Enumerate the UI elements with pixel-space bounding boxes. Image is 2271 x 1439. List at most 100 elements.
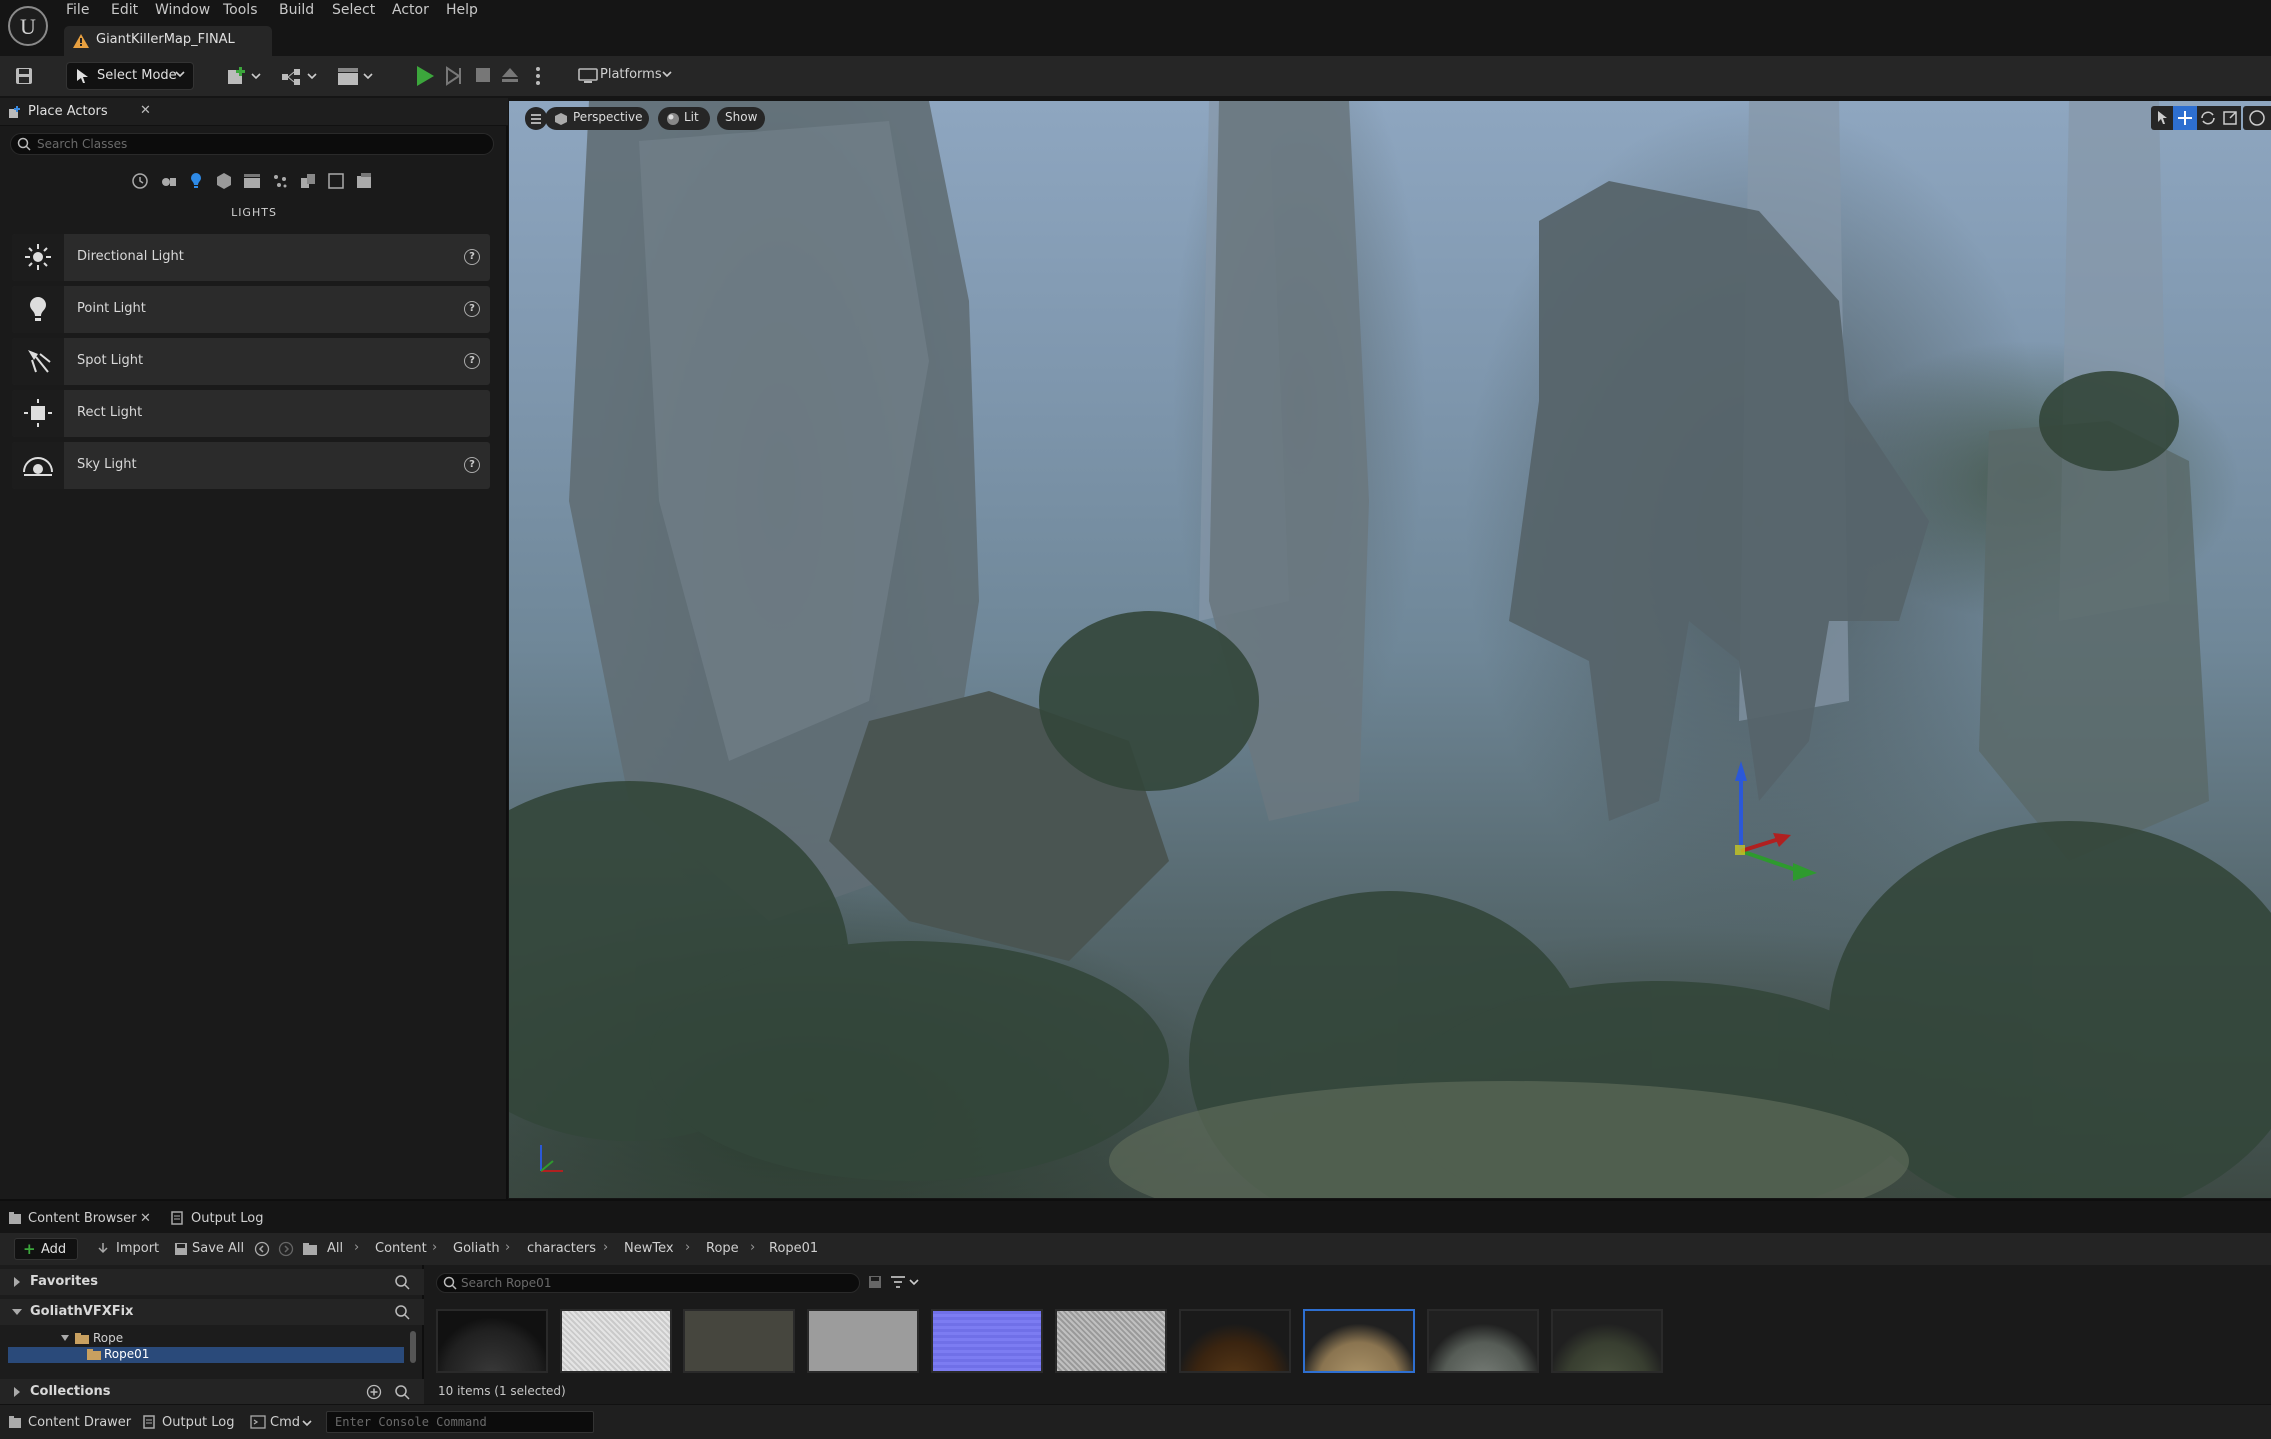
play-icon[interactable] <box>414 64 436 88</box>
add-button[interactable]: + Add <box>14 1238 78 1260</box>
volumes-category-icon[interactable] <box>325 170 347 192</box>
output-log-button[interactable]: Output Log <box>162 1415 235 1430</box>
all-classes-category-icon[interactable] <box>353 170 375 192</box>
cinematics-icon[interactable] <box>336 65 376 87</box>
platforms-dropdown[interactable]: Platforms <box>576 62 680 90</box>
recent-category-icon[interactable] <box>129 170 151 192</box>
search-icon[interactable] <box>394 1384 410 1400</box>
actor-item-point-light[interactable]: Point Light ? <box>12 286 490 333</box>
asset-thumbnail[interactable] <box>560 1309 672 1373</box>
console-command-input[interactable] <box>335 1412 585 1432</box>
step-forward-icon[interactable] <box>444 64 464 88</box>
perspective-button[interactable]: Perspective <box>545 107 649 130</box>
actor-item-sky-light[interactable]: Sky Light ? <box>12 442 490 489</box>
breadcrumb-goliath[interactable]: Goliath <box>453 1241 500 1256</box>
shapes-category-icon[interactable] <box>213 170 235 192</box>
search-classes-field[interactable] <box>10 133 494 155</box>
actor-item-rect-light[interactable]: Rect Light <box>12 390 490 437</box>
back-icon[interactable] <box>254 1241 270 1257</box>
folder-icon[interactable] <box>302 1242 318 1256</box>
cmd-dropdown[interactable]: Cmd <box>270 1415 300 1430</box>
search-classes-input[interactable] <box>37 134 477 154</box>
place-actors-tab[interactable]: Place Actors ✕ <box>0 98 508 126</box>
asset-thumbnail[interactable] <box>1551 1309 1663 1373</box>
eject-icon[interactable] <box>500 65 520 85</box>
menu-select[interactable]: Select <box>332 0 375 20</box>
favorites-section[interactable]: Favorites <box>0 1269 424 1295</box>
asset-thumbnail[interactable] <box>1055 1309 1167 1373</box>
menu-build[interactable]: Build <box>279 0 314 20</box>
asset-thumbnail[interactable] <box>931 1309 1043 1373</box>
actor-item-directional-light[interactable]: Directional Light ? <box>12 234 490 281</box>
save-all-button[interactable]: Save All <box>192 1241 244 1256</box>
menu-edit[interactable]: Edit <box>111 0 138 20</box>
help-icon[interactable]: ? <box>464 301 480 317</box>
select-mode-dropdown[interactable]: Select Mode <box>66 62 194 90</box>
show-button[interactable]: Show <box>717 107 765 130</box>
asset-thumbnail[interactable] <box>683 1309 795 1373</box>
asset-search-input[interactable] <box>461 1274 851 1292</box>
move-tool-icon[interactable] <box>2173 106 2197 130</box>
menu-file[interactable]: File <box>66 0 89 20</box>
visual-effects-category-icon[interactable] <box>269 170 291 192</box>
asset-thumbnail-selected[interactable] <box>1303 1309 1415 1373</box>
unreal-logo-icon[interactable]: U <box>8 6 48 46</box>
breadcrumb-content[interactable]: Content <box>375 1241 427 1256</box>
content-drawer-button[interactable]: Content Drawer <box>28 1415 131 1430</box>
lights-category-icon[interactable] <box>185 170 207 192</box>
asset-thumbnail[interactable] <box>436 1309 548 1373</box>
lit-button[interactable]: Lit <box>658 107 710 130</box>
menu-help[interactable]: Help <box>446 0 478 20</box>
breadcrumb-newtex[interactable]: NewTex <box>624 1241 674 1256</box>
tab-content-browser[interactable]: Content Browser <box>28 1211 137 1226</box>
scale-tool-icon[interactable] <box>2219 106 2241 130</box>
tree-item-rope01[interactable]: Rope01 <box>8 1347 404 1363</box>
close-icon[interactable]: ✕ <box>140 1211 151 1226</box>
menu-window[interactable]: Window <box>155 0 210 20</box>
blueprint-icon[interactable] <box>280 65 320 87</box>
asset-thumbnail[interactable] <box>1427 1309 1539 1373</box>
tree-scrollbar[interactable] <box>410 1331 416 1363</box>
search-icon[interactable] <box>394 1304 410 1320</box>
chevron-down-icon[interactable] <box>302 1418 312 1428</box>
stop-icon[interactable] <box>474 66 492 84</box>
breadcrumb-all[interactable]: All <box>327 1241 343 1256</box>
tab-output-log[interactable]: Output Log <box>191 1211 264 1226</box>
viewport-menu-button[interactable] <box>525 107 547 130</box>
breadcrumb-characters[interactable]: characters <box>527 1241 596 1256</box>
select-tool-icon[interactable] <box>2151 106 2173 130</box>
asset-search-field[interactable] <box>436 1273 860 1293</box>
help-icon[interactable]: ? <box>464 353 480 369</box>
geometry-category-icon[interactable] <box>297 170 319 192</box>
actor-item-spot-light[interactable]: Spot Light ? <box>12 338 490 385</box>
basic-category-icon[interactable] <box>158 170 180 192</box>
console-command-field[interactable] <box>326 1411 594 1433</box>
help-icon[interactable]: ? <box>464 457 480 473</box>
breadcrumb-rope[interactable]: Rope <box>706 1241 739 1256</box>
level-viewport[interactable]: Perspective Lit Show <box>509 101 2271 1198</box>
more-options-icon[interactable] <box>534 65 542 87</box>
project-section[interactable]: GoliathVFXFix <box>0 1299 424 1325</box>
close-icon[interactable]: ✕ <box>140 103 151 118</box>
add-collection-icon[interactable] <box>366 1384 382 1400</box>
tree-item-rope[interactable]: Rope <box>8 1331 404 1347</box>
asset-thumbnail[interactable] <box>807 1309 919 1373</box>
search-icon[interactable] <box>394 1274 410 1290</box>
help-icon[interactable]: ? <box>464 249 480 265</box>
breadcrumb-rope01[interactable]: Rope01 <box>769 1241 818 1256</box>
menu-actor[interactable]: Actor <box>392 0 429 20</box>
add-actor-icon[interactable] <box>226 65 264 87</box>
collections-section[interactable]: Collections <box>0 1379 424 1405</box>
filter-icon[interactable] <box>890 1274 920 1290</box>
world-local-icon[interactable] <box>2243 106 2271 130</box>
rotate-tool-icon[interactable] <box>2197 106 2219 130</box>
menu-tools[interactable]: Tools <box>223 0 258 20</box>
save-icon[interactable] <box>14 66 34 86</box>
forward-icon[interactable] <box>278 1241 294 1257</box>
collections-label: Collections <box>30 1384 111 1399</box>
cinematic-category-icon[interactable] <box>241 170 263 192</box>
level-tab[interactable]: GiantKillerMap_FINAL <box>64 26 272 56</box>
asset-thumbnail[interactable] <box>1179 1309 1291 1373</box>
import-button[interactable]: Import <box>116 1241 159 1256</box>
save-search-icon[interactable] <box>868 1275 882 1289</box>
